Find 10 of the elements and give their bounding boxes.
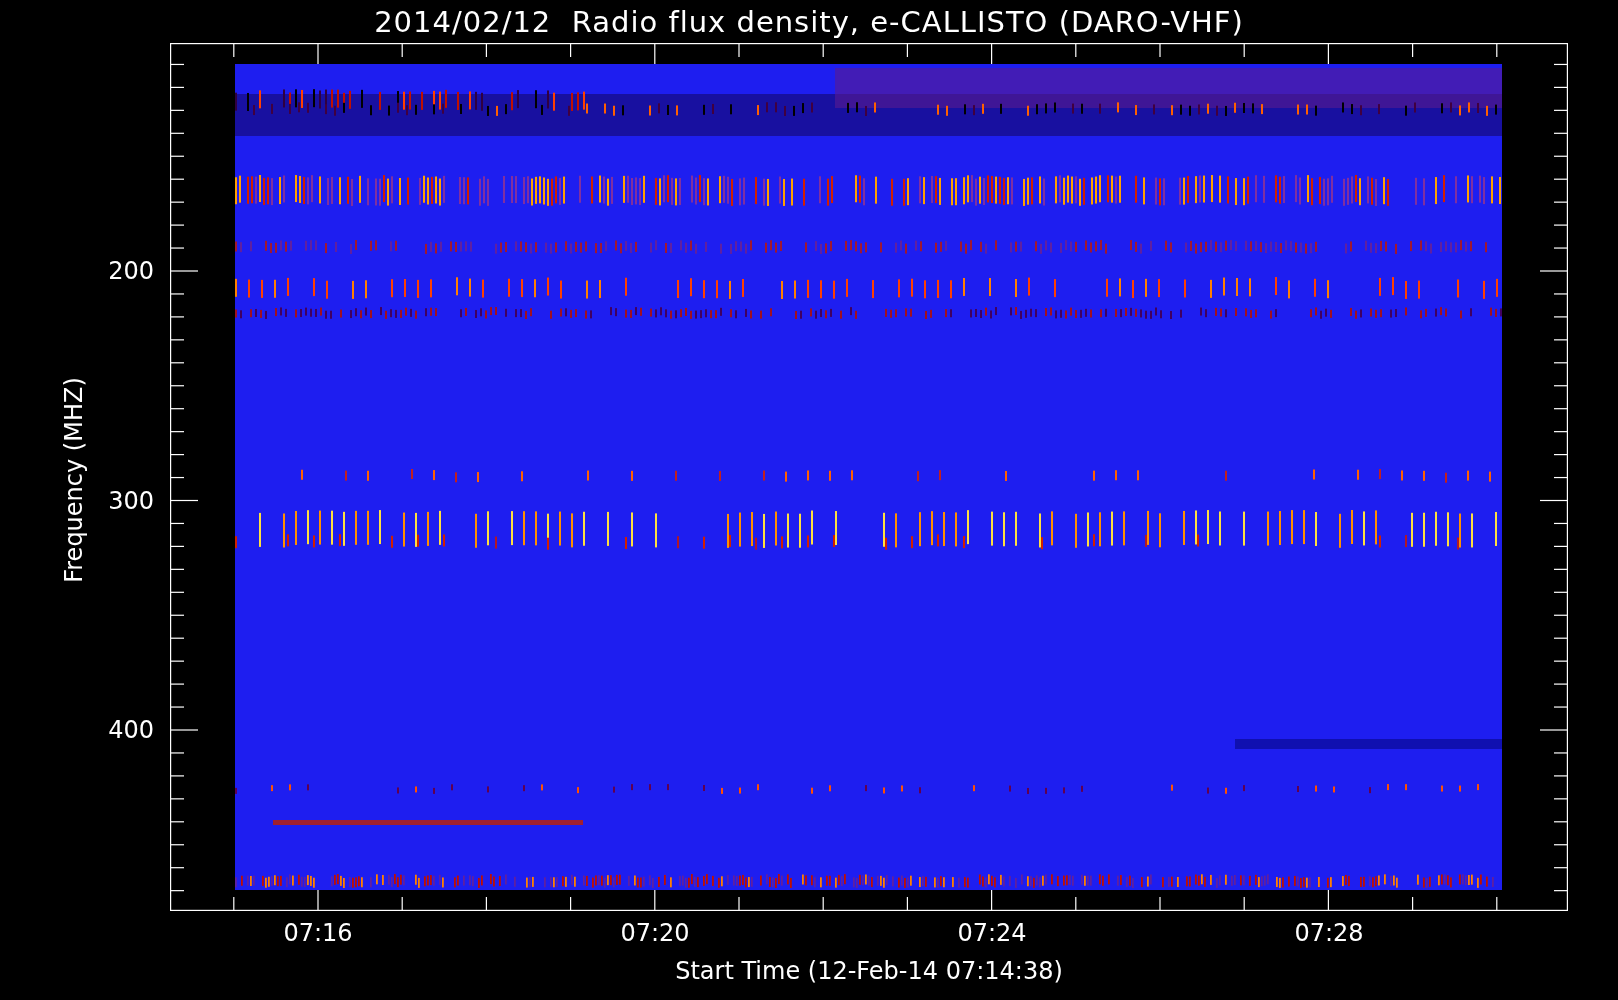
y-tick-label: 300 — [108, 486, 154, 515]
y-axis-label: Frequency (MHZ) — [60, 377, 88, 583]
x-axis-label: Start Time (12-Feb-14 07:14:38) — [675, 957, 1063, 985]
y-tick-label: 400 — [108, 716, 154, 744]
x-tick-label: 07:28 — [1294, 919, 1364, 947]
x-tick-label: 07:16 — [283, 919, 353, 947]
x-tick-label: 07:20 — [620, 919, 690, 947]
chart-title: 2014/02/12 Radio flux density, e-CALLISTO (DARO-VHF) — [374, 4, 1244, 39]
x-tick-label: 07:24 — [957, 919, 1027, 947]
y-tick-label: 200 — [108, 257, 154, 285]
